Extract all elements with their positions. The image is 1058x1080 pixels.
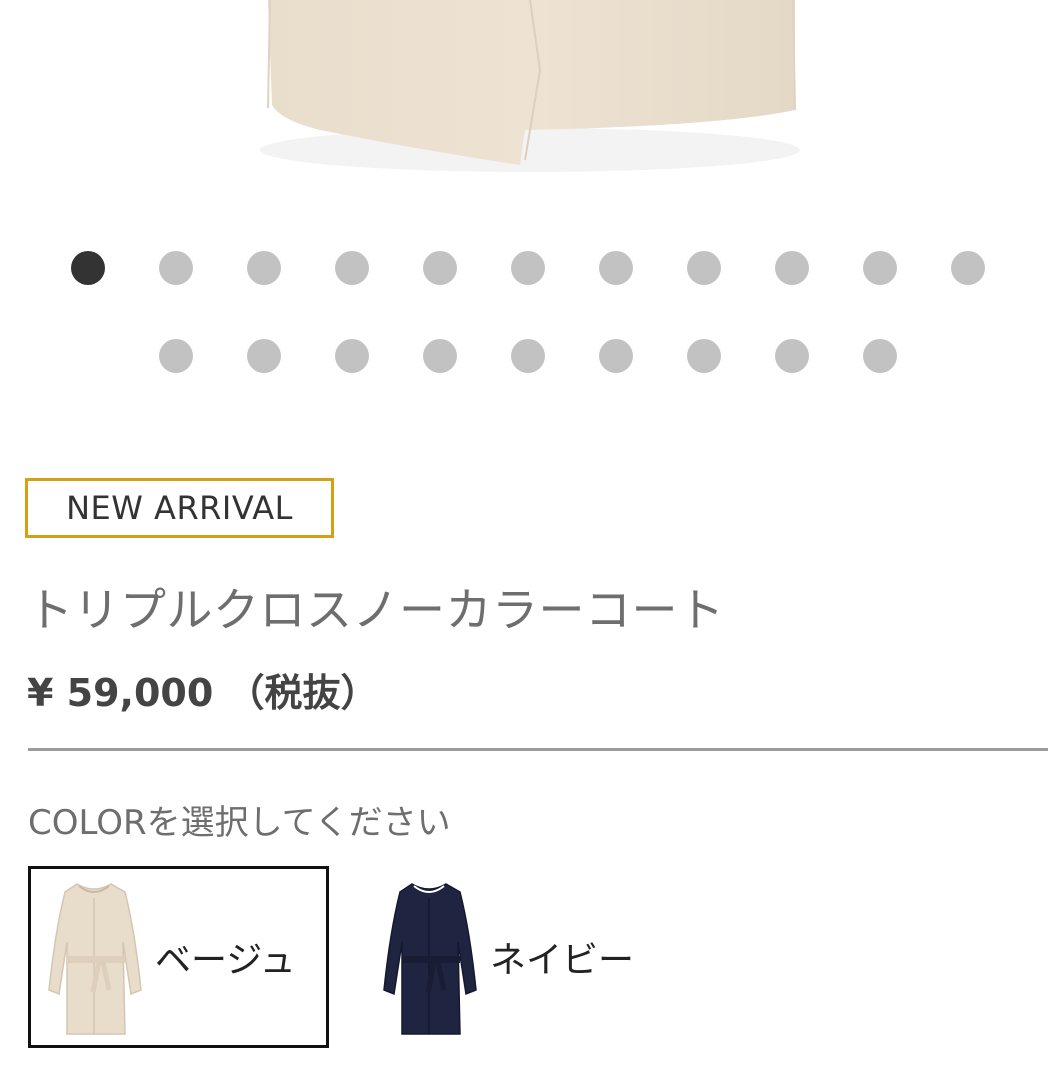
color-option-label: ベージュ (155, 940, 296, 981)
badge-label: NEW ARRIVAL (66, 489, 293, 527)
navy-coat-thumbnail (383, 883, 477, 1035)
pagination-dot-3[interactable] (247, 251, 281, 285)
product-image[interactable] (0, 0, 1058, 210)
color-option-navy[interactable]: ネイビー (366, 866, 666, 1048)
pagination-dot-18[interactable] (687, 339, 721, 373)
pagination-dot-11[interactable] (951, 251, 985, 285)
new-arrival-badge: NEW ARRIVAL (25, 478, 334, 538)
pagination-dot-15[interactable] (423, 339, 457, 373)
product-title: トリプルクロスノーカラーコート (27, 583, 725, 637)
pagination-dot-2[interactable] (159, 251, 193, 285)
pagination-row-2 (0, 339, 1058, 375)
beige-coat-thumbnail (48, 883, 142, 1035)
color-option-beige[interactable]: ベージュ (28, 866, 329, 1048)
pagination-dot-14[interactable] (335, 339, 369, 373)
pagination-dot-19[interactable] (775, 339, 809, 373)
pagination-dot-10[interactable] (863, 251, 897, 285)
pagination-dot-5[interactable] (423, 251, 457, 285)
coat-hem-illustration (260, 0, 800, 172)
pagination-dot-6[interactable] (511, 251, 545, 285)
pagination-dot-1[interactable] (71, 251, 105, 285)
color-selector-label: COLORを選択してください (28, 803, 451, 843)
section-divider (28, 748, 1048, 751)
pagination-dot-13[interactable] (247, 339, 281, 373)
pagination-dot-8[interactable] (687, 251, 721, 285)
color-option-label: ネイビー (490, 940, 635, 981)
pagination-dot-12[interactable] (159, 339, 193, 373)
pagination-dot-17[interactable] (599, 339, 633, 373)
pagination-dot-20[interactable] (863, 339, 897, 373)
pagination-row-1 (0, 251, 1058, 287)
pagination-dot-9[interactable] (775, 251, 809, 285)
pagination-dot-16[interactable] (511, 339, 545, 373)
product-price: ¥ 59,000 （税抜） (27, 671, 379, 715)
pagination-dot-4[interactable] (335, 251, 369, 285)
pagination-dot-7[interactable] (599, 251, 633, 285)
